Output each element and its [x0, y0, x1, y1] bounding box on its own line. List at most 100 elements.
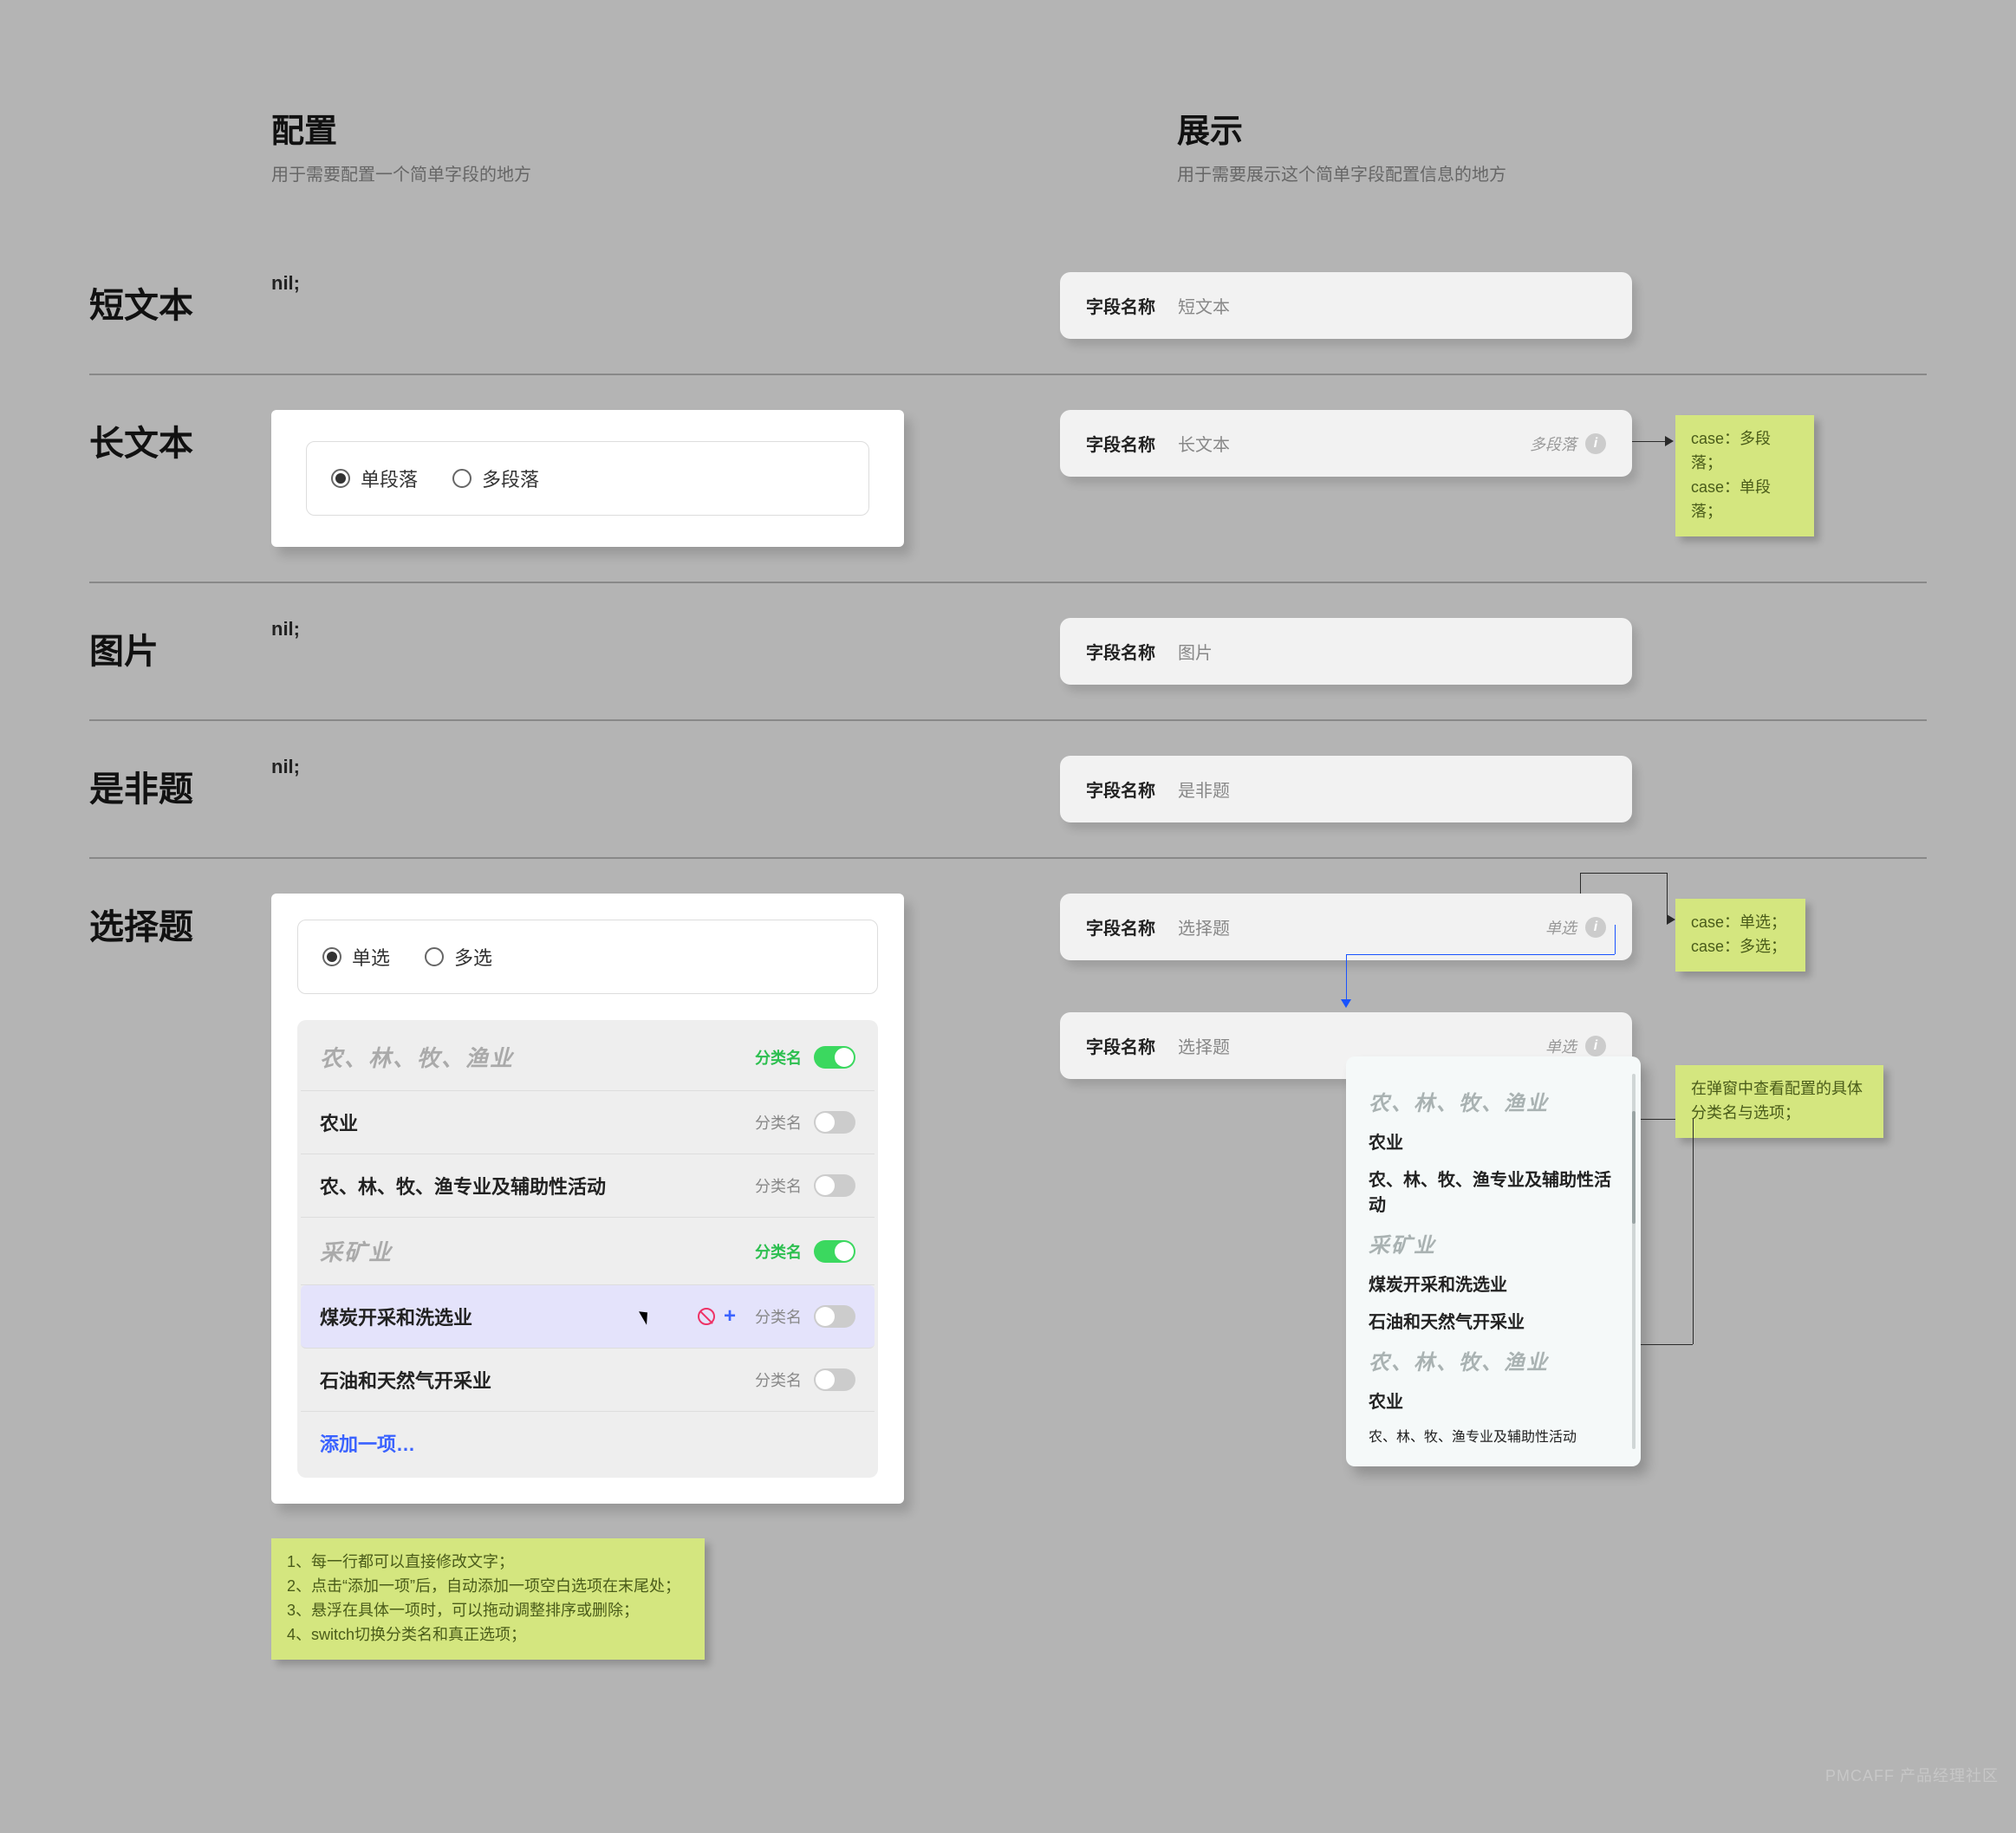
category-switch[interactable]: [814, 1305, 855, 1328]
popover-item[interactable]: 煤炭开采和洗选业: [1369, 1271, 1618, 1296]
option-row[interactable]: 农业 分类名: [301, 1091, 875, 1154]
option-row[interactable]: 石油和天然气开采业 分类名: [301, 1349, 875, 1412]
category-switch[interactable]: [814, 1174, 855, 1197]
cursor-icon: [639, 1308, 653, 1325]
info-icon[interactable]: i: [1585, 1036, 1606, 1056]
category-switch[interactable]: [814, 1046, 855, 1069]
row-long-text: 长文本 单段落 多段落 字段名称 长文本 多段落: [89, 374, 1927, 582]
radio-single-select[interactable]: 单选: [322, 943, 390, 971]
config-nil: nil;: [271, 272, 904, 295]
pill-value: 选择题: [1178, 1033, 1545, 1058]
row-image: 图片 nil; 字段名称 图片: [89, 582, 1927, 719]
pill-tag: 单选: [1545, 1035, 1577, 1057]
arrowhead-icon-blue: [1341, 999, 1351, 1008]
config-title: 配置: [271, 104, 1021, 152]
option-label[interactable]: 石油和天然气开采业: [320, 1366, 491, 1394]
row-title: 长文本: [89, 410, 271, 465]
category-switch[interactable]: [814, 1111, 855, 1134]
option-row-category[interactable]: 采矿业 分类名: [301, 1218, 875, 1285]
option-row-hovered[interactable]: 煤炭开采和洗选业 + 分类名: [301, 1285, 875, 1349]
row-choice: 选择题 单选 多选 农、林、牧、渔业: [89, 857, 1927, 1764]
config-nil: nil;: [271, 618, 904, 640]
scrollbar[interactable]: [1632, 1074, 1636, 1449]
sticky-note-choice-cases: case：单选； case：多选；: [1675, 899, 1805, 972]
display-pill-choice-1[interactable]: 字段名称 选择题 单选 i: [1060, 894, 1632, 960]
sticky-note-config: 1、每一行都可以直接修改文字； 2、点击“添加一项”后，自动添加一项空白选项在末…: [271, 1538, 705, 1660]
option-label[interactable]: 农业: [320, 1108, 358, 1136]
row-title: 短文本: [89, 272, 271, 328]
connector-line: [1693, 1119, 1694, 1344]
switch-label: 分类名: [755, 1305, 802, 1328]
pill-label: 字段名称: [1086, 639, 1155, 664]
add-option-row[interactable]: 添加一项…: [301, 1412, 875, 1474]
popover-category: 农、林、牧、渔业: [1369, 1086, 1618, 1116]
sticky-note-long-text: case：多段落； case：单段落；: [1675, 415, 1814, 536]
radio-single-paragraph[interactable]: 单段落: [331, 465, 418, 492]
info-icon[interactable]: i: [1585, 917, 1606, 938]
row-title: 图片: [89, 618, 271, 673]
sticky-note-popover: 在弹窗中查看配置的具体分类名与选项；: [1675, 1065, 1883, 1138]
column-headers: 配置 用于需要配置一个简单字段的地方 展示 用于需要展示这个简单字段配置信息的地…: [271, 104, 1927, 185]
option-label[interactable]: 农、林、牧、渔业: [320, 1041, 514, 1073]
paragraph-radio-group: 单段落 多段落: [306, 441, 869, 516]
switch-label: 分类名: [755, 1240, 802, 1263]
switch-label: 分类名: [755, 1368, 802, 1391]
popover-category: 农、林、牧、渔业: [1369, 1345, 1618, 1375]
connector-line: [1641, 1119, 1675, 1120]
info-icon[interactable]: i: [1585, 433, 1606, 454]
row-title: 选择题: [89, 894, 271, 949]
long-text-config-card: 单段落 多段落: [271, 410, 904, 547]
radio-label: 单选: [352, 943, 390, 971]
popover-item[interactable]: 石油和天然气开采业: [1369, 1308, 1618, 1333]
pill-label: 字段名称: [1086, 777, 1155, 802]
option-list: 农、林、牧、渔业 分类名 农业 分类名 农、: [297, 1020, 878, 1478]
pill-label: 字段名称: [1086, 293, 1155, 318]
option-label[interactable]: 农、林、牧、渔专业及辅助性活动: [320, 1172, 606, 1199]
arrowhead-icon: [1667, 914, 1675, 925]
radio-label: 单段落: [361, 465, 418, 492]
option-row-category[interactable]: 农、林、牧、渔业 分类名: [301, 1024, 875, 1091]
popover-item[interactable]: 农、林、牧、渔专业及辅助性活动: [1369, 1425, 1618, 1446]
popover-item[interactable]: 农业: [1369, 1128, 1618, 1154]
connector-line: [1580, 873, 1581, 894]
popover-item[interactable]: 农业: [1369, 1388, 1618, 1413]
connector-line: [1667, 873, 1668, 920]
connector-line-blue: [1615, 925, 1616, 954]
radio-label: 多段落: [482, 465, 539, 492]
watermark: PMCAFF 产品经理社区: [1825, 1764, 1999, 1786]
display-subtitle: 用于需要展示这个简单字段配置信息的地方: [1177, 160, 1927, 185]
config-subtitle: 用于需要配置一个简单字段的地方: [271, 160, 1021, 185]
display-pill-image: 字段名称 图片: [1060, 618, 1632, 685]
add-option-label: 添加一项…: [320, 1429, 415, 1457]
pill-tag: 多段落: [1530, 432, 1577, 455]
radio-dot-icon: [322, 947, 341, 966]
option-label[interactable]: 采矿业: [320, 1235, 393, 1267]
popover-item[interactable]: 农、林、牧、渔专业及辅助性活动: [1369, 1166, 1618, 1216]
delete-icon[interactable]: [698, 1308, 715, 1325]
connector-line: [1641, 1344, 1693, 1345]
popover-category: 采矿业: [1369, 1228, 1618, 1258]
row-boolean: 是非题 nil; 字段名称 是非题: [89, 719, 1927, 857]
connector-line-blue: [1346, 954, 1347, 1003]
radio-dot-icon: [331, 469, 350, 488]
display-pill-boolean: 字段名称 是非题: [1060, 756, 1632, 822]
pill-value: 选择题: [1178, 914, 1545, 939]
pill-value: 图片: [1178, 639, 1606, 664]
category-switch[interactable]: [814, 1368, 855, 1391]
select-mode-radio-group: 单选 多选: [297, 920, 878, 994]
pill-label: 字段名称: [1086, 431, 1155, 456]
category-switch[interactable]: [814, 1240, 855, 1263]
option-label[interactable]: 煤炭开采和洗选业: [320, 1303, 472, 1330]
radio-dot-icon: [452, 469, 471, 488]
connector-line: [1580, 873, 1667, 874]
config-nil: nil;: [271, 756, 904, 778]
radio-multi-paragraph[interactable]: 多段落: [452, 465, 539, 492]
option-row[interactable]: 农、林、牧、渔专业及辅助性活动 分类名: [301, 1154, 875, 1218]
display-pill-short-text: 字段名称 短文本: [1060, 272, 1632, 339]
connector-line-blue: [1346, 954, 1615, 955]
switch-label: 分类名: [755, 1046, 802, 1069]
add-icon[interactable]: +: [724, 1306, 736, 1327]
radio-multi-select[interactable]: 多选: [425, 943, 492, 971]
choice-popover[interactable]: 农、林、牧、渔业 农业 农、林、牧、渔专业及辅助性活动 采矿业 煤炭开采和洗选业…: [1346, 1056, 1641, 1466]
pill-label: 字段名称: [1086, 914, 1155, 939]
